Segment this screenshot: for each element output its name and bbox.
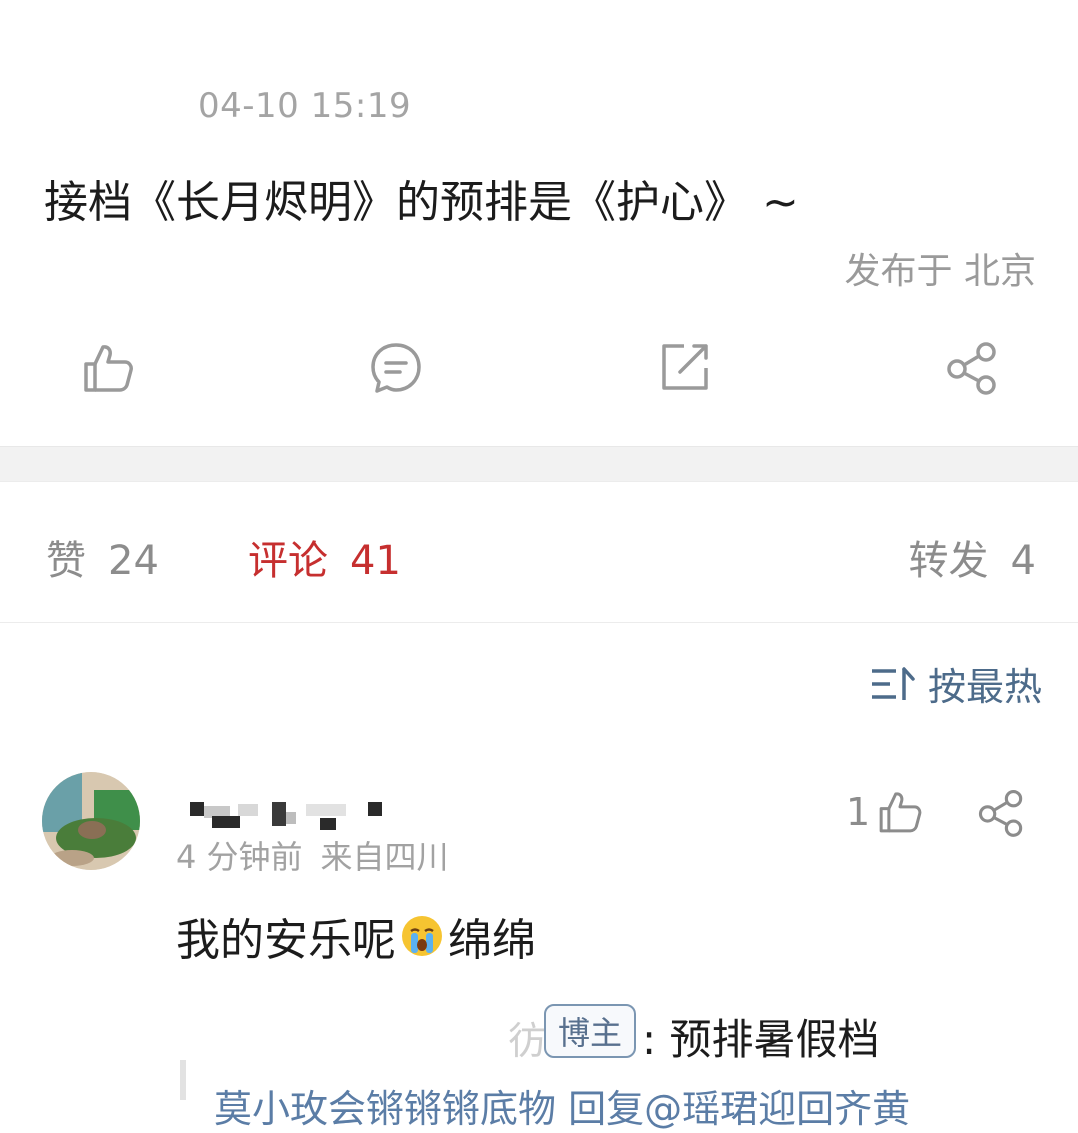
quoted-reply-preview[interactable]: 莫小玫会锵锵锵底物 回复@瑶珺迎回齐黄 — [214, 1078, 910, 1133]
repost-edit-icon — [662, 344, 708, 390]
comment-like-count: 1 — [846, 790, 871, 834]
tab-reposts[interactable]: 转发 4 — [909, 528, 1036, 586]
comment-text: 我的安乐呢 绵绵 — [176, 904, 536, 968]
tab-likes[interactable]: 赞 24 — [46, 528, 159, 586]
thumbs-up-icon — [84, 345, 133, 392]
tab-comments[interactable]: 评论 41 — [248, 528, 401, 586]
redaction-blocks — [190, 802, 382, 830]
post-timestamp: 04-10 15:19 — [198, 86, 412, 126]
comment-share-button[interactable] — [976, 788, 1026, 838]
divider — [0, 622, 1078, 623]
share-button[interactable] — [944, 340, 1000, 396]
thumbs-up-icon — [879, 792, 922, 833]
author-badge: 博主 — [544, 1004, 637, 1058]
reposts-label: 转发 — [908, 538, 989, 584]
likes-label: 赞 — [46, 538, 86, 584]
quote-bar — [180, 1060, 186, 1100]
crying-face-emoji — [402, 916, 442, 956]
reposts-count: 4 — [1010, 538, 1036, 584]
post-location: 发布于 北京 — [844, 251, 1036, 292]
comment-time: 4 分钟前 — [176, 838, 303, 876]
comment-text-part1: 我的安乐呢 — [176, 915, 396, 966]
username-redacted[interactable] — [190, 798, 390, 834]
comment-button[interactable] — [368, 340, 424, 396]
comment-text-part2: 绵绵 — [448, 915, 536, 966]
sort-icon — [871, 666, 915, 700]
reply-author-fragment: 彷 — [508, 1019, 547, 1063]
share-icon — [947, 342, 996, 395]
comments-count: 41 — [350, 538, 401, 584]
comments-label: 评论 — [248, 538, 328, 584]
comment-location: 来自四川 — [320, 838, 449, 876]
share-icon — [978, 790, 1023, 837]
sort-hot-button[interactable]: 按最热 — [870, 656, 1042, 711]
comment-bubble-icon — [371, 343, 421, 393]
likes-count: 24 — [108, 538, 159, 584]
sort-label: 按最热 — [927, 665, 1042, 709]
comment-meta: 4 分钟前 来自四川 — [176, 832, 449, 878]
avatar-image — [42, 772, 140, 870]
like-button[interactable] — [80, 340, 136, 396]
reply-text: : 预排暑假档 — [642, 1015, 880, 1064]
post-text: 接档《长月烬明》的预排是《护心》 ~ — [44, 177, 799, 228]
repost-button[interactable] — [656, 340, 712, 396]
section-divider-band — [0, 446, 1078, 482]
comment-like-button[interactable]: 1 — [846, 788, 924, 836]
avatar[interactable] — [42, 772, 140, 870]
